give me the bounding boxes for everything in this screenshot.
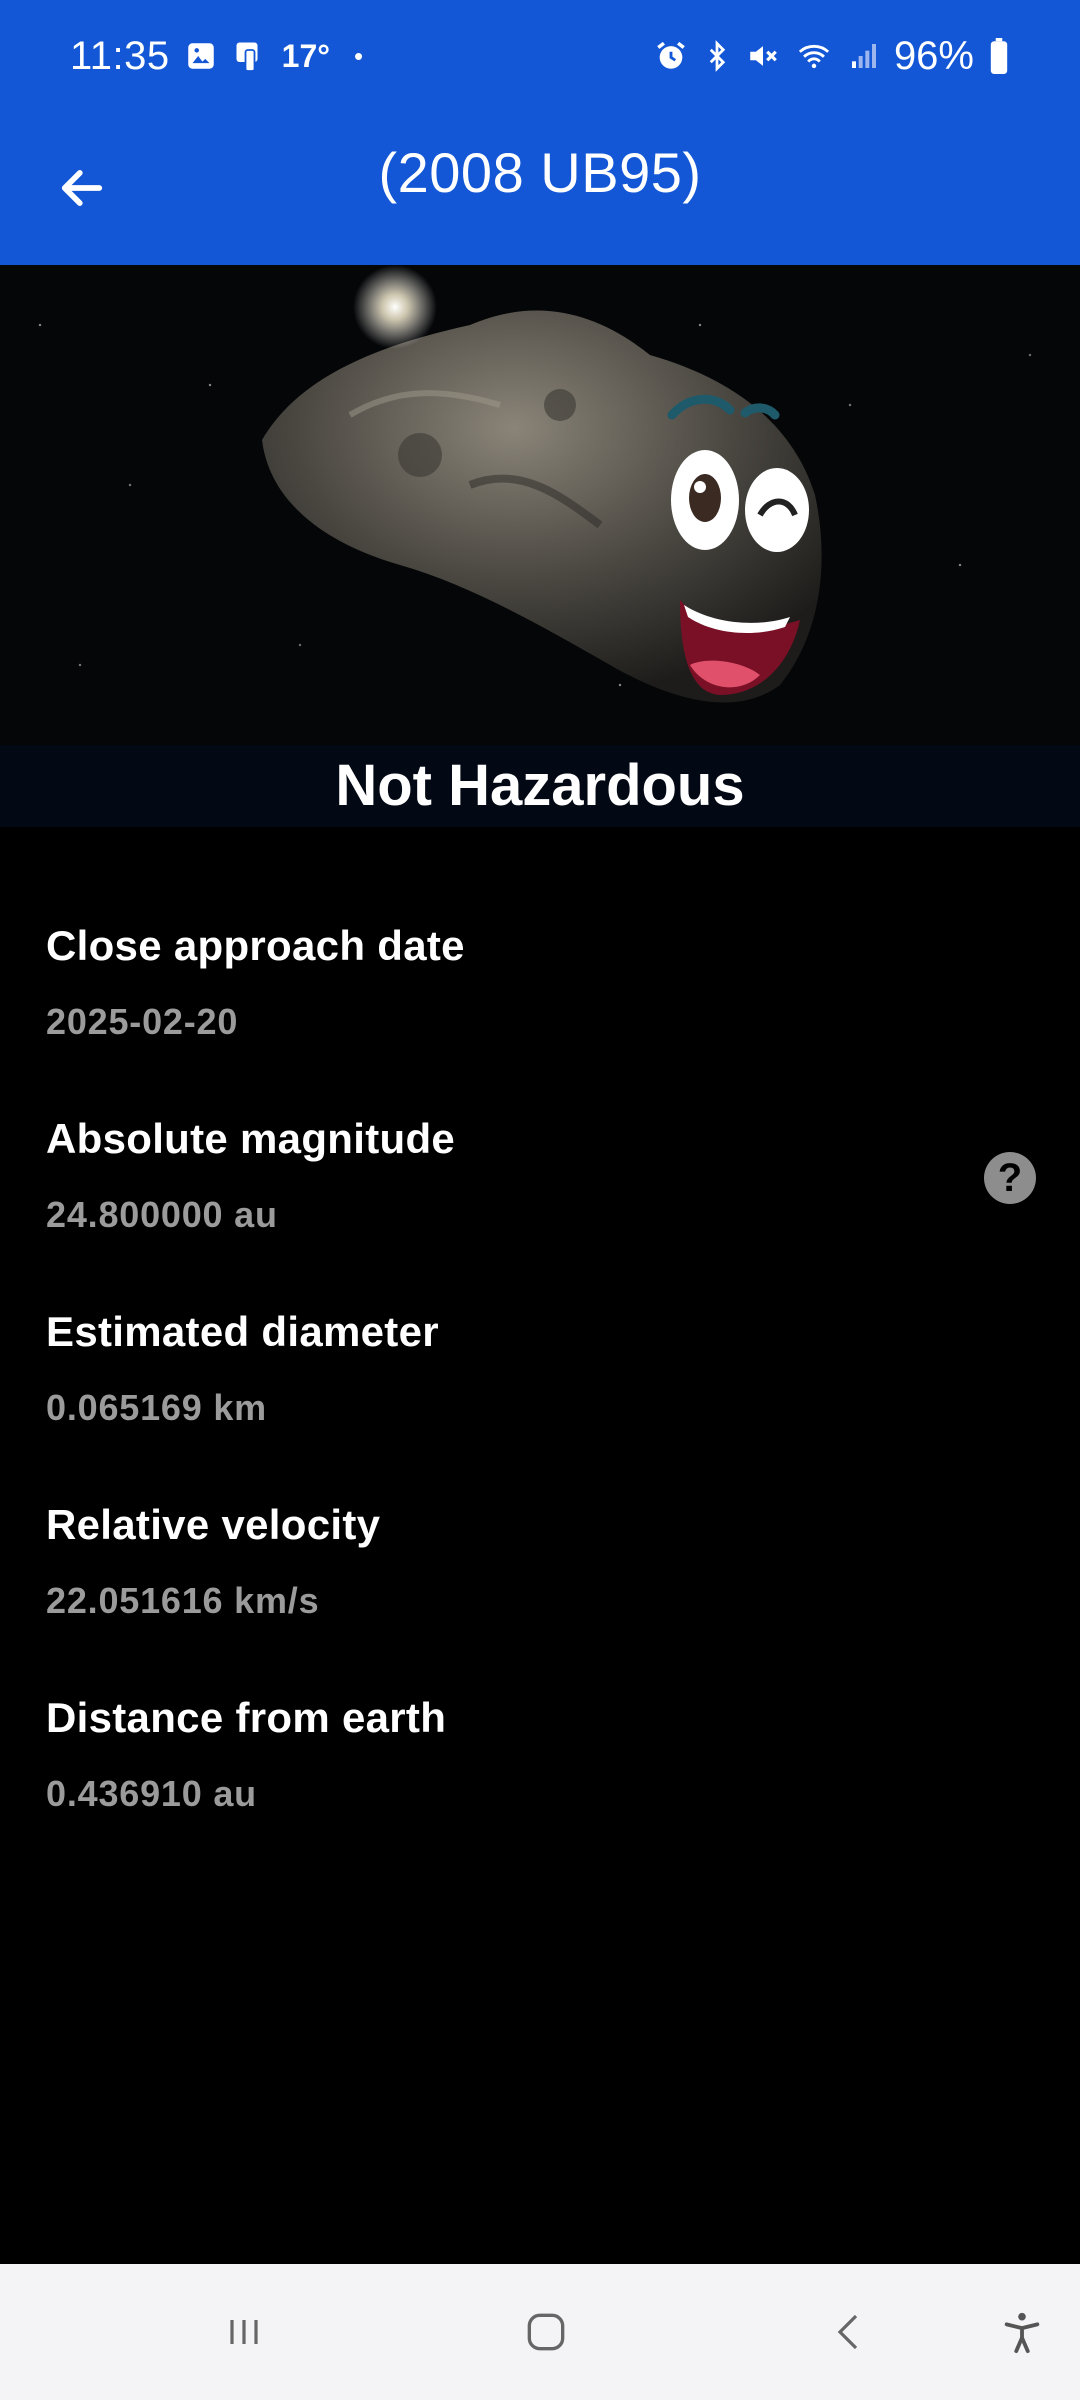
detail-label: Close approach date (46, 922, 465, 969)
detail-label: Estimated diameter (46, 1308, 439, 1355)
detail-value: 2025-02-20 (46, 1001, 239, 1042)
status-left: 11:35 17° • (70, 34, 363, 79)
detail-estimated-diameter: Estimated diameter 0.065169 km (46, 1306, 1036, 1499)
detail-value: 0.436910 au (46, 1773, 257, 1814)
bluetooth-icon (702, 39, 732, 73)
asteroid-illustration (0, 265, 1080, 745)
alarm-icon (654, 39, 688, 73)
detail-close-approach-date: Close approach date 2025-02-20 (46, 920, 1036, 1113)
status-temperature: 17° (281, 37, 331, 74)
status-right: 96% (654, 34, 1010, 79)
asteroid-character-image (262, 265, 822, 703)
app-bar: (2008 UB95) (0, 112, 1080, 265)
detail-label: Distance from earth (46, 1694, 447, 1741)
detail-distance-from-earth: Distance from earth 0.436910 au (46, 1692, 1036, 1885)
back-icon[interactable] (820, 2302, 880, 2362)
home-icon[interactable] (516, 2302, 576, 2362)
system-navigation-bar (0, 2264, 1080, 2400)
status-time: 11:35 (70, 33, 170, 78)
app-screen: 11:35 17° • 96% (2008 UB95) Not Hazardou… (0, 0, 1080, 2400)
battery-percent: 96% (893, 33, 974, 78)
page-title: (2008 UB95) (378, 141, 702, 204)
gallery-icon (184, 39, 218, 73)
detail-relative-velocity: Relative velocity 22.051616 km/s (46, 1499, 1036, 1692)
detail-absolute-magnitude: Absolute magnitude 24.800000 au (46, 1113, 1036, 1306)
mute-icon (746, 39, 780, 73)
asteroid-details-list: Close approach date 2025-02-20 Absolute … (46, 920, 1036, 1885)
battery-icon (988, 38, 1010, 74)
signal-icon (848, 39, 880, 73)
detail-label: Relative velocity (46, 1501, 381, 1548)
detail-value: 22.051616 km/s (46, 1580, 320, 1621)
help-icon[interactable]: ? (984, 1152, 1036, 1204)
status-bar: 11:35 17° • 96% (0, 0, 1080, 112)
status-dot: • (354, 40, 364, 71)
wifi-icon (794, 39, 834, 73)
device-icon (232, 38, 268, 74)
hazard-status-banner: Not Hazardous (0, 745, 1080, 827)
detail-value: 0.065169 km (46, 1387, 267, 1428)
detail-value: 24.800000 au (46, 1194, 278, 1235)
detail-label: Absolute magnitude (46, 1115, 456, 1162)
accessibility-icon[interactable] (992, 2302, 1052, 2362)
recent-apps-icon[interactable] (214, 2302, 274, 2362)
